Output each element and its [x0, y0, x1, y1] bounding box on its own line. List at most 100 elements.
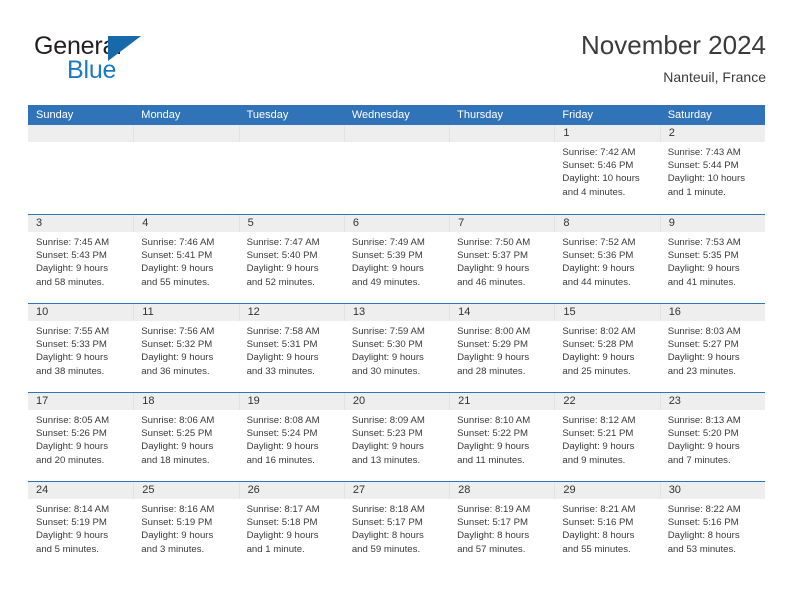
day-details: Sunrise: 7:50 AM Sunset: 5:37 PM Daylight:… — [449, 232, 554, 289]
day-cell[interactable]: 3 Sunrise: 7:45 AM Sunset: 5:43 PM Daylight… — [28, 215, 134, 303]
daylight-duration-line1: Daylight: 9 hours — [667, 352, 740, 364]
calendar-weeks: 1 Sunrise: 7:42 AM Sunset: 5:46 PM Daylight… — [28, 125, 765, 570]
day-cell[interactable]: 26 Sunrise: 8:17 AM Sunset: 5:18 PM Dayligh… — [238, 482, 344, 570]
daylight-duration-line2: and 28 minutes. — [457, 365, 526, 377]
day-cell[interactable]: 22 Sunrise: 8:12 AM Sunset: 5:21 PM Dayligh… — [554, 393, 660, 481]
day-cell[interactable]: 19 Sunrise: 8:08 AM Sunset: 5:24 PM Dayligh… — [238, 393, 344, 481]
weekday-header-tuesday: Tuesday — [246, 109, 289, 121]
sunset-time: Sunset: 5:27 PM — [667, 339, 739, 351]
day-cell[interactable]: 1 Sunrise: 7:42 AM Sunset: 5:46 PM Daylight… — [554, 125, 660, 214]
day-cell[interactable]: 13 Sunrise: 7:59 AM Sunset: 5:30 PM Dayligh… — [343, 304, 450, 392]
day-cell[interactable]: 8 Sunrise: 7:52 AM Sunset: 5:36 PM Daylight… — [554, 215, 660, 303]
sunrise-time: Sunrise: 7:55 AM — [36, 326, 110, 337]
sunset-time: Sunset: 5:21 PM — [562, 428, 634, 440]
day-number-band: 27 — [343, 482, 450, 499]
day-number-band: 22 — [554, 393, 660, 410]
sunrise-time: Sunrise: 8:00 AM — [457, 326, 531, 337]
sunrise-time: Sunrise: 8:18 AM — [351, 504, 425, 515]
sunset-time: Sunset: 5:22 PM — [457, 428, 529, 440]
day-cell[interactable]: 27 Sunrise: 8:18 AM Sunset: 5:17 PM Dayligh… — [343, 482, 450, 570]
daylight-duration-line2: and 33 minutes. — [246, 365, 315, 377]
day-number-band: 5 — [238, 215, 344, 232]
sunrise-time: Sunrise: 7:52 AM — [562, 237, 636, 248]
sunrise-time: Sunrise: 8:22 AM — [667, 504, 741, 515]
sunset-time: Sunset: 5:37 PM — [457, 250, 529, 262]
day-cell[interactable]: 12 Sunrise: 7:58 AM Sunset: 5:31 PM Dayligh… — [238, 304, 344, 392]
sunrise-time: Sunrise: 8:13 AM — [667, 415, 741, 426]
daylight-duration-line2: and 9 minutes. — [562, 454, 626, 466]
day-number: 17 — [36, 395, 49, 407]
day-cell[interactable]: 25 Sunrise: 8:16 AM Sunset: 5:19 PM Dayligh… — [133, 482, 239, 570]
day-cell-empty — [449, 125, 555, 214]
day-number: 15 — [563, 306, 576, 318]
daylight-duration-line2: and 57 minutes. — [457, 543, 526, 555]
sunset-time: Sunset: 5:24 PM — [246, 428, 318, 440]
day-number-band — [133, 125, 239, 142]
day-cell[interactable]: 9 Sunrise: 7:53 AM Sunset: 5:35 PM Daylight… — [659, 215, 765, 303]
day-number: 10 — [36, 306, 49, 318]
day-number-band: 24 — [28, 482, 134, 499]
sunset-time: Sunset: 5:30 PM — [351, 339, 423, 351]
day-cell[interactable]: 7 Sunrise: 7:50 AM Sunset: 5:37 PM Daylight… — [449, 215, 555, 303]
day-cell[interactable]: 30 Sunrise: 8:22 AM Sunset: 5:16 PM Dayligh… — [659, 482, 765, 570]
day-number-band: 3 — [28, 215, 134, 232]
daylight-duration-line2: and 30 minutes. — [351, 365, 421, 377]
day-cell[interactable]: 11 Sunrise: 7:56 AM Sunset: 5:32 PM Dayligh… — [133, 304, 239, 392]
day-cell[interactable]: 18 Sunrise: 8:06 AM Sunset: 5:25 PM Dayligh… — [133, 393, 239, 481]
daylight-duration-line2: and 25 minutes. — [562, 365, 631, 377]
day-number: 7 — [458, 217, 465, 229]
daylight-duration-line1: Daylight: 9 hours — [246, 530, 319, 542]
day-number: 16 — [668, 306, 681, 318]
day-number: 12 — [247, 306, 260, 318]
day-cell-empty — [28, 125, 134, 214]
day-cell[interactable]: 29 Sunrise: 8:21 AM Sunset: 5:16 PM Dayligh… — [554, 482, 660, 570]
day-number-band: 30 — [659, 482, 765, 499]
daylight-duration-line1: Daylight: 9 hours — [351, 263, 424, 275]
day-cell[interactable]: 5 Sunrise: 7:47 AM Sunset: 5:40 PM Daylight… — [238, 215, 344, 303]
day-number-band: 9 — [659, 215, 765, 232]
day-cell[interactable]: 24 Sunrise: 8:14 AM Sunset: 5:19 PM Dayligh… — [28, 482, 134, 570]
day-details: Sunrise: 7:49 AM Sunset: 5:39 PM Daylight:… — [344, 232, 449, 289]
day-number: 11 — [142, 306, 154, 318]
day-cell[interactable]: 6 Sunrise: 7:49 AM Sunset: 5:39 PM Daylight… — [343, 215, 450, 303]
sunset-time: Sunset: 5:18 PM — [246, 517, 318, 529]
day-number-band: 12 — [238, 304, 344, 321]
day-number-band — [343, 125, 450, 142]
daylight-duration-line2: and 1 minute. — [246, 543, 305, 555]
day-cell[interactable]: 10 Sunrise: 7:55 AM Sunset: 5:33 PM Dayligh… — [28, 304, 134, 392]
title-block: November 2024 Nanteuil, France — [581, 28, 766, 87]
sunset-time: Sunset: 5:19 PM — [36, 517, 107, 529]
sunset-time: Sunset: 5:36 PM — [562, 250, 634, 262]
daylight-duration-line1: Daylight: 9 hours — [246, 441, 319, 453]
daylight-duration-line1: Daylight: 9 hours — [562, 263, 635, 275]
sunrise-time: Sunrise: 7:45 AM — [36, 237, 110, 248]
day-cell[interactable]: 4 Sunrise: 7:46 AM Sunset: 5:41 PM Daylight… — [133, 215, 239, 303]
sunset-time: Sunset: 5:26 PM — [36, 428, 107, 440]
day-number-band: 18 — [133, 393, 239, 410]
day-details: Sunrise: 8:08 AM Sunset: 5:24 PM Daylight:… — [239, 410, 344, 467]
day-number-band: 21 — [449, 393, 555, 410]
daylight-duration-line1: Daylight: 9 hours — [667, 263, 740, 275]
day-number-band: 1 — [554, 125, 660, 142]
day-cell[interactable]: 17 Sunrise: 8:05 AM Sunset: 5:26 PM Dayligh… — [28, 393, 134, 481]
sunrise-time: Sunrise: 8:05 AM — [36, 415, 110, 426]
daylight-duration-line2: and 20 minutes. — [36, 454, 105, 466]
day-cell[interactable]: 16 Sunrise: 8:03 AM Sunset: 5:27 PM Dayligh… — [659, 304, 765, 392]
sunrise-time: Sunrise: 8:06 AM — [141, 415, 215, 426]
day-cell[interactable]: 21 Sunrise: 8:10 AM Sunset: 5:22 PM Dayligh… — [449, 393, 555, 481]
sunset-time: Sunset: 5:16 PM — [667, 517, 739, 529]
day-cell[interactable]: 2 Sunrise: 7:43 AM Sunset: 5:44 PM Daylight… — [659, 125, 765, 214]
day-cell[interactable]: 23 Sunrise: 8:13 AM Sunset: 5:20 PM Dayligh… — [659, 393, 765, 481]
sunset-time: Sunset: 5:43 PM — [36, 250, 107, 262]
sunset-time: Sunset: 5:29 PM — [457, 339, 529, 351]
general-blue-logo[interactable]: General Blue — [34, 32, 214, 94]
day-cell[interactable]: 14 Sunrise: 8:00 AM Sunset: 5:29 PM Dayligh… — [449, 304, 555, 392]
day-cell[interactable]: 28 Sunrise: 8:19 AM Sunset: 5:17 PM Dayligh… — [449, 482, 555, 570]
sunset-time: Sunset: 5:41 PM — [141, 250, 213, 262]
daylight-duration-line2: and 7 minutes. — [667, 454, 731, 466]
day-cell[interactable]: 20 Sunrise: 8:09 AM Sunset: 5:23 PM Dayligh… — [343, 393, 450, 481]
sunset-time: Sunset: 5:17 PM — [351, 517, 423, 529]
day-number: 1 — [563, 127, 570, 139]
day-cell[interactable]: 15 Sunrise: 8:02 AM Sunset: 5:28 PM Dayligh… — [554, 304, 660, 392]
calendar-week-row: 10 Sunrise: 7:55 AM Sunset: 5:33 PM Dayligh… — [28, 303, 765, 392]
